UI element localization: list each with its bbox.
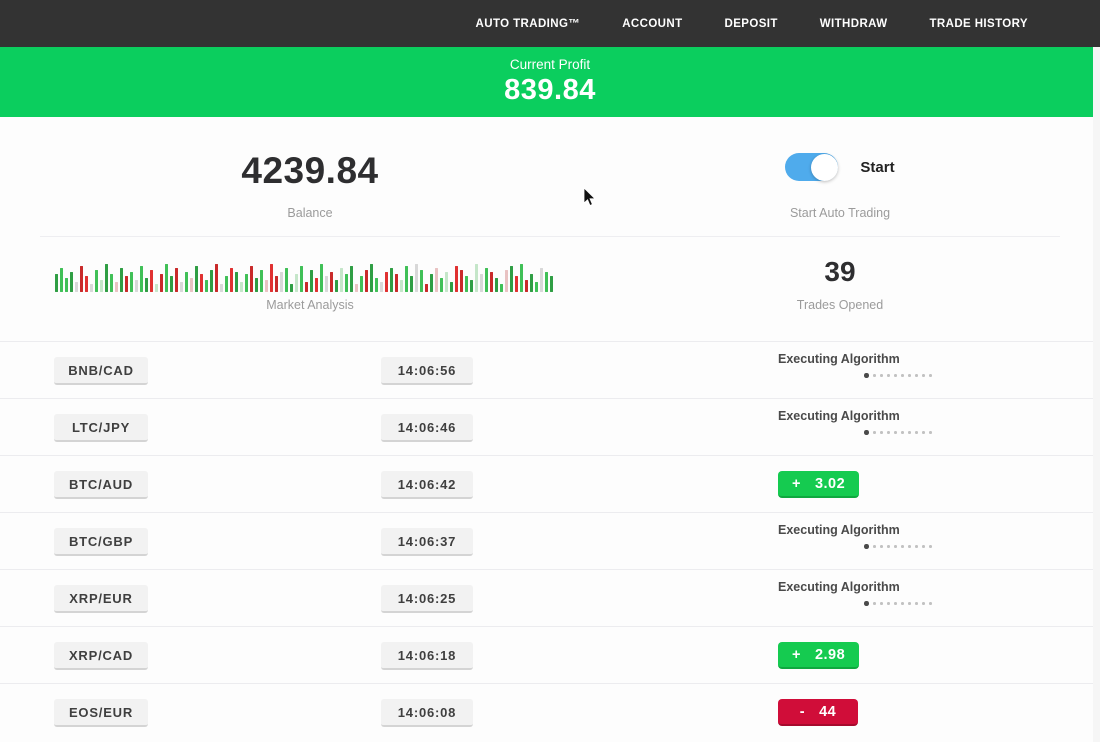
nav-item-deposit[interactable]: DEPOSIT	[725, 18, 778, 30]
trade-row: BTC/AUD 14:06:42 +3.02	[0, 455, 1100, 512]
trade-time-badge: 14:06:08	[381, 699, 473, 727]
progress-dots	[778, 373, 1018, 378]
trade-list: BNB/CAD14:06:56Executing AlgorithmLTC/JP…	[0, 341, 1100, 740]
progress-dots	[778, 430, 1018, 435]
top-nav-bar: AUTO TRADING™ ACCOUNT DEPOSIT WITHDRAW TRADE…	[0, 0, 1100, 47]
balance-value: 4239.84	[0, 150, 620, 192]
trades-opened-block: 39 Trades Opened	[620, 236, 1060, 312]
nav-item-auto-trading[interactable]: AUTO TRADING™	[476, 18, 581, 30]
result-sign: -	[800, 704, 805, 720]
trade-time-badge: 14:06:46	[381, 414, 473, 442]
balance-block: 4239.84 Balance	[0, 117, 620, 220]
result-sign: +	[792, 476, 801, 492]
trade-time-badge: 14:06:56	[381, 357, 473, 385]
executing-algorithm-label: Executing Algorithm	[778, 523, 1018, 537]
trade-status: Executing Algorithm	[778, 399, 1018, 455]
result-value: 2.98	[815, 647, 845, 663]
trade-row: EOS/EUR 14:06:08 -44	[0, 683, 1100, 740]
trade-status: +2.98	[778, 627, 1018, 683]
toggle-knob	[811, 154, 838, 181]
trade-time-badge: 14:06:25	[381, 585, 473, 613]
nav-item-withdraw[interactable]: WITHDRAW	[820, 18, 888, 30]
progress-dots	[778, 544, 1018, 549]
current-profit-value: 839.84	[0, 74, 1100, 107]
trade-time-badge: 14:06:37	[381, 528, 473, 556]
toggle-start-label: Start	[860, 159, 894, 176]
progress-dots	[778, 601, 1018, 606]
current-profit-label: Current Profit	[0, 57, 1100, 72]
trades-opened-value: 39	[620, 256, 1060, 288]
trade-row: XRP/EUR 14:06:25 Executing Algorithm	[0, 569, 1100, 626]
trade-status: +3.02	[778, 456, 1018, 512]
trade-pair-badge: BTC/AUD	[54, 471, 148, 499]
executing-algorithm-label: Executing Algorithm	[778, 352, 1018, 366]
trade-result-badge: -44	[778, 699, 858, 726]
trade-row: XRP/CAD 14:06:18 +2.98	[0, 626, 1100, 683]
trade-status: -44	[778, 684, 1018, 740]
auto-trading-label: Start Auto Trading	[620, 206, 1060, 220]
current-profit-banner: Current Profit 839.84	[0, 47, 1100, 117]
trade-pair-badge: EOS/EUR	[54, 699, 148, 727]
nav-item-account[interactable]: ACCOUNT	[622, 18, 682, 30]
market-analysis-block: Market Analysis	[0, 236, 620, 312]
auto-trading-block: Start Start Auto Trading	[620, 117, 1060, 220]
result-value: 3.02	[815, 476, 845, 492]
market-analysis-label: Market Analysis	[0, 298, 620, 312]
trade-result-badge: +2.98	[778, 642, 859, 669]
auto-trading-toggle[interactable]	[785, 153, 838, 181]
trade-time-badge: 14:06:18	[381, 642, 473, 670]
result-value: 44	[819, 704, 836, 720]
trade-pair-badge: LTC/JPY	[54, 414, 148, 442]
trades-opened-label: Trades Opened	[620, 298, 1060, 312]
balance-label: Balance	[0, 206, 620, 220]
trade-pair-badge: XRP/EUR	[54, 585, 148, 613]
stats-section: 4239.84 Balance Start Start Auto Trading…	[0, 117, 1100, 341]
result-sign: +	[792, 647, 801, 663]
trade-status: Executing Algorithm	[778, 342, 1018, 398]
executing-algorithm-label: Executing Algorithm	[778, 409, 1018, 423]
executing-algorithm-label: Executing Algorithm	[778, 580, 1018, 594]
market-analysis-chart	[55, 258, 563, 292]
trade-time-badge: 14:06:42	[381, 471, 473, 499]
scrollbar-track[interactable]	[1093, 47, 1100, 742]
trade-row: LTC/JPY 14:06:46 Executing Algorithm	[0, 398, 1100, 455]
trade-result-badge: +3.02	[778, 471, 859, 498]
trade-status: Executing Algorithm	[778, 513, 1018, 569]
trade-row: BTC/GBP 14:06:37 Executing Algorithm	[0, 512, 1100, 569]
trade-pair-badge: BNB/CAD	[54, 357, 148, 385]
trade-row: BNB/CAD 14:06:56 Executing Algorithm	[0, 341, 1100, 398]
nav-item-trade-history[interactable]: TRADE HISTORY	[930, 18, 1029, 30]
trade-pair-badge: BTC/GBP	[54, 528, 148, 556]
trade-pair-badge: XRP/CAD	[54, 642, 148, 670]
trade-status: Executing Algorithm	[778, 570, 1018, 626]
